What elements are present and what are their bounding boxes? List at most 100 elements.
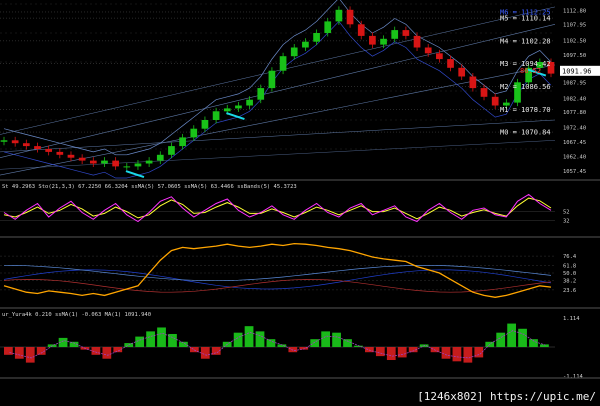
osc-tick: 76.4: [563, 254, 577, 260]
candle-body: [190, 128, 198, 138]
hist-bar: [507, 323, 516, 347]
hist-bar: [102, 347, 112, 359]
hist-bar: [375, 347, 385, 357]
stoch-tick: 32: [563, 219, 570, 225]
price-tick: 1107.95: [563, 22, 586, 28]
hist-bar: [386, 347, 396, 361]
hist-bar: [244, 326, 254, 347]
hist-bar: [200, 347, 210, 359]
price-label: 86.52: [520, 67, 541, 75]
candle-body: [11, 140, 19, 144]
hist-bar: [332, 332, 341, 347]
hist-bar: [310, 339, 320, 347]
current-price-label: 1091.96: [562, 67, 592, 75]
level-label: M2 = 1086.56: [500, 83, 551, 91]
hist-bar: [157, 327, 166, 347]
osc-tick: 50.0: [563, 271, 576, 277]
candle-body: [223, 108, 231, 112]
candle-body: [67, 154, 75, 158]
hist-bar: [343, 339, 352, 347]
hist-bar: [397, 347, 407, 358]
hist-bar: [14, 347, 24, 359]
candle-body: [290, 47, 298, 57]
candle-body: [424, 47, 432, 54]
candle-body: [0, 140, 8, 142]
candle-body: [168, 146, 175, 155]
candle-body: [156, 154, 164, 161]
candle-body: [357, 24, 365, 36]
candle-body: [313, 33, 320, 42]
watermark: [1246x802] https://upic.me/: [417, 390, 596, 403]
candle-body: [78, 157, 86, 161]
candle-body: [391, 30, 399, 39]
price-tick: 1112.80: [563, 8, 586, 14]
level-label: M1 = 1078.70: [500, 106, 551, 114]
price-tick: 1072.40: [563, 126, 586, 132]
candle-body: [469, 76, 477, 89]
candle-body: [201, 120, 209, 129]
candle-body: [346, 9, 354, 25]
level-label: M5 = 1110.14: [500, 15, 551, 23]
price-pane[interactable]: 1112.801107.951102.501097.501092.751087.…: [0, 0, 600, 180]
candle-body: [45, 149, 53, 152]
candle-body: [235, 105, 242, 109]
osc-tick: 61.8: [563, 263, 576, 269]
stoch-tick: 52: [563, 210, 570, 216]
candle-body: [56, 151, 64, 155]
histogram-header: ur_Yura4k 0.210 ssMA(1) -0.063 MA(1) 109…: [2, 312, 151, 318]
candle-body: [89, 160, 97, 164]
candle-body: [145, 160, 153, 164]
price-tick: 1057.45: [563, 169, 586, 175]
candle-body: [279, 56, 287, 71]
candle-body: [369, 35, 376, 45]
candle-body: [324, 21, 332, 33]
hist-bar: [4, 347, 13, 355]
candle-body: [101, 160, 108, 164]
candle-body: [212, 111, 220, 120]
candle-body: [22, 143, 30, 147]
hist-bar: [463, 347, 473, 363]
candle-body: [436, 53, 443, 60]
hist-bar: [441, 347, 451, 359]
candle-body: [480, 88, 488, 97]
stochastic-header: St 49.2963 Sto(21,3,3) 67.2250 66.3204 s…: [2, 184, 297, 190]
candle-body: [491, 96, 499, 106]
hist-bar: [135, 336, 145, 347]
hist-tick: 1.114: [563, 316, 580, 322]
price-tick: 1062.40: [563, 155, 586, 161]
price-tick: 1102.50: [563, 38, 586, 44]
hist-bar: [452, 347, 462, 362]
oscillator-axis: 76.4 61.8 50.0 38.2 23.6: [563, 254, 577, 294]
hist-bar: [266, 339, 276, 347]
candle-body: [112, 160, 119, 167]
candle-body: [458, 67, 466, 77]
level-label: M4 = 1102.28: [500, 37, 551, 45]
level-label: M0 = 1070.84: [500, 129, 551, 137]
candle-body: [246, 99, 253, 106]
price-tick: 1097.50: [563, 53, 586, 59]
price-tick: 1082.40: [563, 97, 586, 103]
candle-body: [34, 146, 41, 149]
hist-bar: [255, 331, 265, 347]
hist-bar: [146, 331, 155, 347]
candle-body: [257, 88, 265, 100]
candle-body: [402, 30, 410, 36]
candle-body: [413, 35, 421, 48]
candle-body: [123, 166, 131, 168]
price-tick: 1067.45: [563, 140, 586, 146]
osc-tick: 23.6: [563, 288, 576, 294]
price-tick: 1077.80: [563, 110, 586, 116]
trading-chart-screen: 1112.801107.951102.501097.501092.751087.…: [0, 0, 600, 406]
hist-bar: [25, 347, 35, 363]
candle-body: [302, 41, 309, 48]
osc-tick: 38.2: [563, 279, 576, 285]
candle-body: [335, 9, 343, 22]
hist-bar: [321, 331, 331, 347]
hist-bar: [518, 328, 527, 347]
candle-body: [380, 38, 387, 45]
candle-body: [268, 70, 276, 89]
hist-bar: [288, 347, 298, 353]
candle-body: [447, 59, 454, 68]
hist-tick: -1.114: [563, 374, 584, 380]
candle-body: [134, 163, 142, 167]
